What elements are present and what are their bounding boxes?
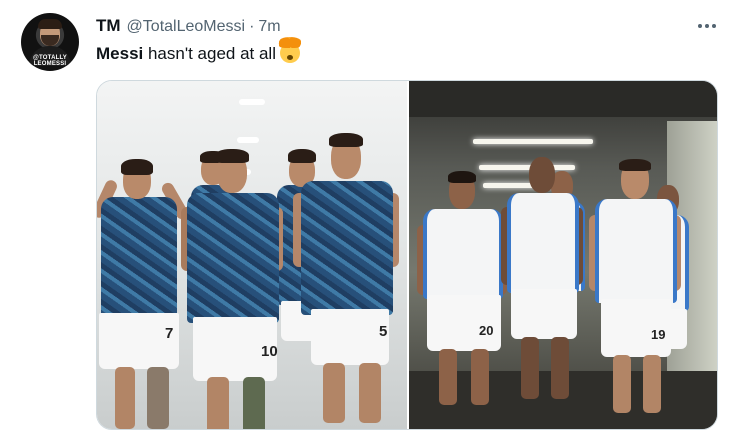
exploding-head-emoji	[277, 37, 302, 63]
more-dot	[705, 24, 709, 28]
jersey-number: 10	[261, 343, 278, 360]
photo-right[interactable]: 20 19	[409, 81, 717, 429]
more-dot	[698, 24, 702, 28]
jersey-number: 7	[165, 325, 174, 342]
avatar-hair	[38, 19, 62, 29]
jersey-number: 19	[651, 327, 666, 342]
tweet-text-rest: hasn't aged at all	[143, 44, 276, 63]
timestamp[interactable]: 7m	[258, 18, 280, 36]
ceiling-light	[237, 137, 259, 143]
more-horizontal-icon[interactable]	[690, 14, 724, 38]
tweet-card[interactable]: @TOTALLY LEOMESSI TM @TotalLeoMessi · 7m…	[0, 0, 740, 436]
user-handle[interactable]: @TotalLeoMessi	[127, 18, 246, 36]
photo-left[interactable]: 7 10 5	[97, 81, 407, 429]
ceiling-light	[239, 99, 265, 105]
tweet-header: TM @TotalLeoMessi · 7m	[96, 16, 281, 38]
tweet-text: Messi hasn't aged at all	[96, 37, 302, 64]
ceiling-tube-light	[479, 165, 575, 170]
tweet-media: 7 10 5 20 19	[96, 80, 718, 430]
tunnel-ceiling	[409, 81, 717, 117]
separator-dot: ·	[249, 18, 255, 35]
avatar-logo-text: @TOTALLY LEOMESSI	[32, 55, 67, 67]
avatar[interactable]: @TOTALLY LEOMESSI	[21, 13, 79, 71]
display-name[interactable]: TM	[96, 16, 121, 36]
jersey-number: 5	[379, 323, 388, 340]
ceiling-tube-light	[473, 139, 593, 144]
tweet-text-bold: Messi	[96, 44, 144, 63]
more-dot	[712, 24, 716, 28]
jersey-number: 20	[479, 323, 494, 338]
